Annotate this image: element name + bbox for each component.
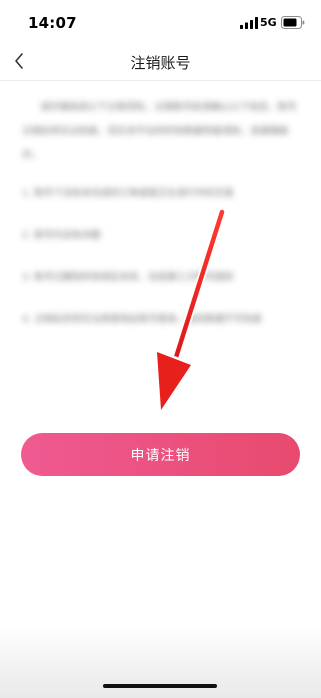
notice-item: 3. 账号已解除所有绑定关系，包括第三方账号授权 bbox=[22, 272, 234, 283]
notice-item: 4. 注销后您将无法再使用此账号登录，相关数据不可恢复 bbox=[22, 314, 263, 325]
apply-cancellation-button[interactable]: 申请注销 bbox=[21, 433, 300, 476]
notice-item: 2. 账号内没有余额 bbox=[22, 230, 101, 241]
cancellation-notice: 请仔细阅读以下注销须知，注销账号前请确认以下信息，账号注销后将无法恢复，您在本平… bbox=[22, 96, 302, 350]
signal-icon bbox=[240, 17, 258, 29]
home-indicator[interactable] bbox=[103, 684, 217, 688]
nav-bar: 注销账号 bbox=[0, 44, 321, 81]
notice-paragraph: 请仔细阅读以下注销须知，注销账号前请确认以下信息，账号注销后将无法恢复，您在本平… bbox=[22, 102, 297, 161]
screen: 14:07 5G 注销账号 请仔细阅读以下注销须知，注销账号前请确认以下信息，账… bbox=[0, 0, 321, 698]
notice-item: 1. 账号下没有未完成的订单或者正在进行中的交易 bbox=[22, 188, 234, 199]
status-time: 14:07 bbox=[28, 14, 77, 32]
battery-icon bbox=[281, 16, 305, 29]
status-bar: 14:07 5G bbox=[0, 0, 321, 44]
network-label: 5G bbox=[260, 16, 277, 29]
page-title: 注销账号 bbox=[130, 54, 191, 72]
